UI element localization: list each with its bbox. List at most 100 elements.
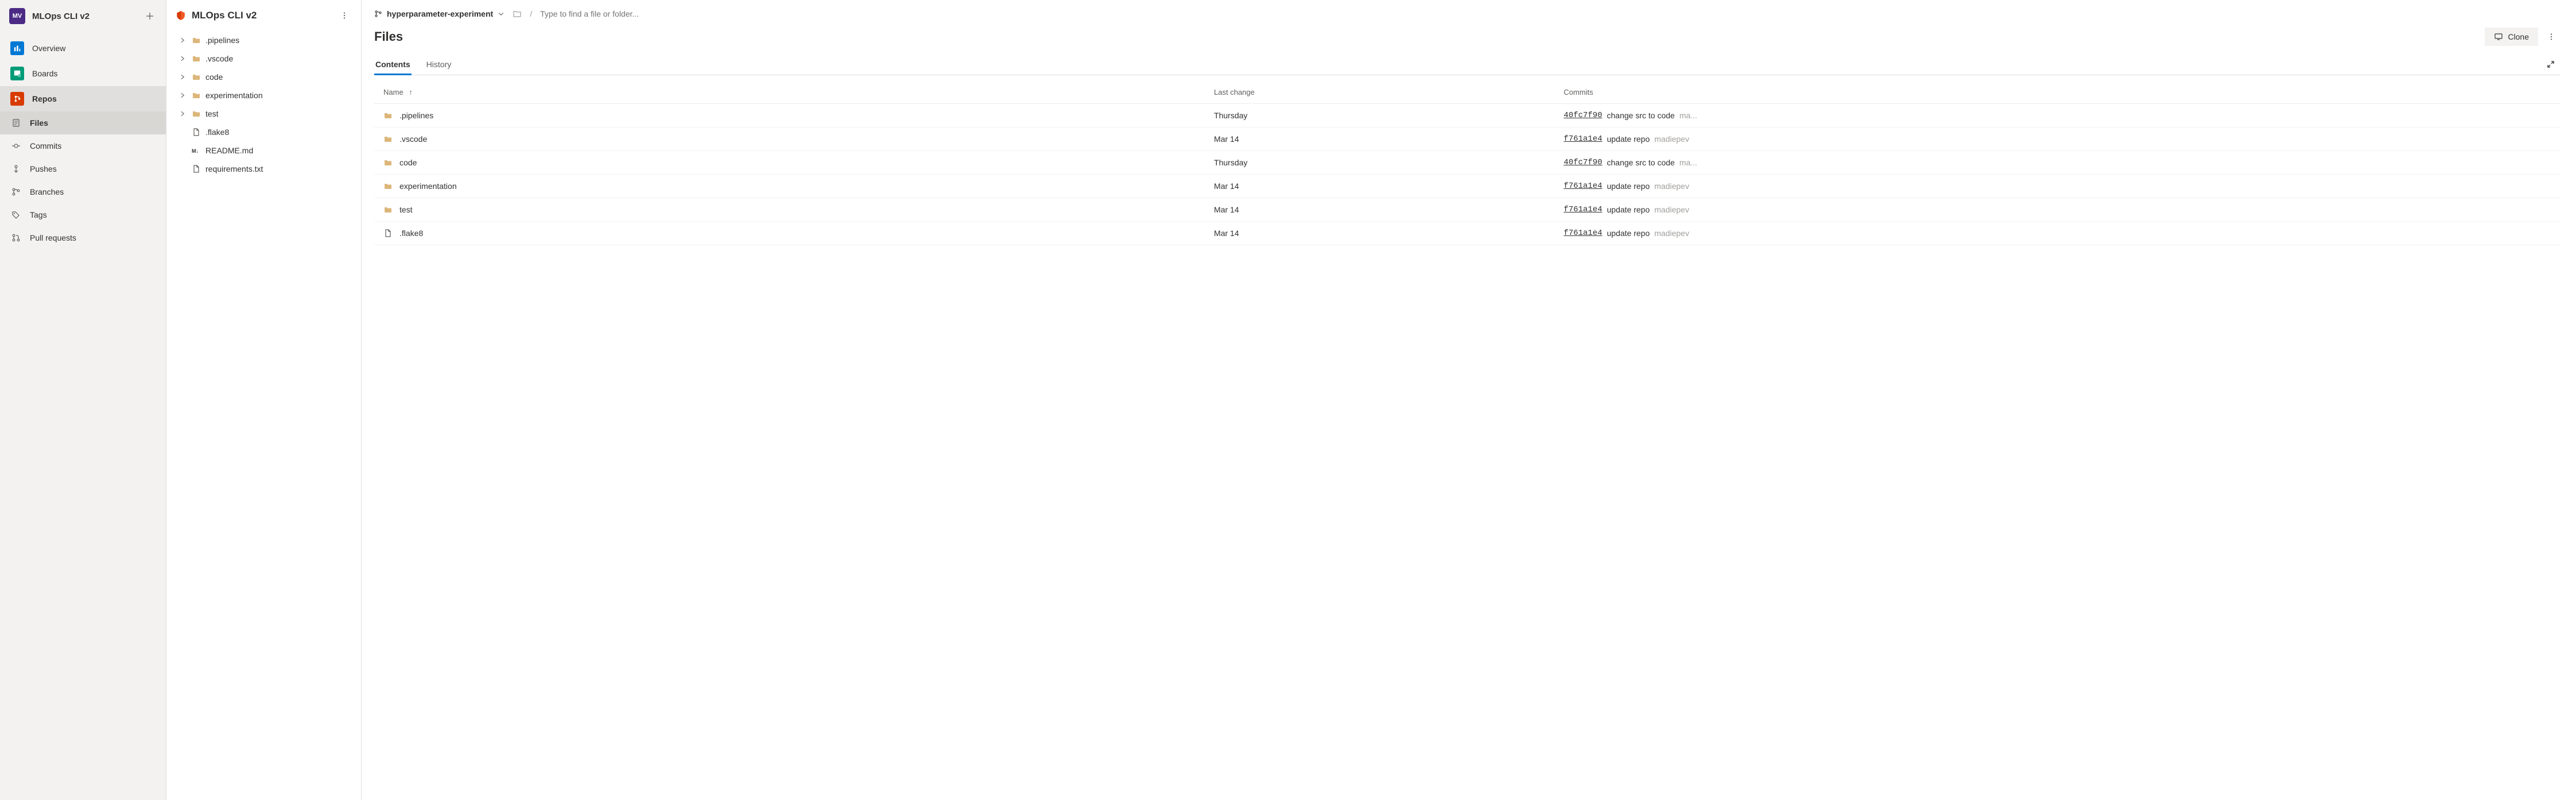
clone-button[interactable]: Clone (2485, 28, 2538, 46)
files-icon (10, 117, 22, 129)
breadcrumb-row: hyperparameter-experiment / (374, 6, 2560, 22)
tree-file[interactable]: .flake8 (166, 123, 361, 141)
tab-history-label: History (426, 60, 452, 69)
table-row[interactable]: .vscode Mar 14 f761a1e4 update repo madi… (374, 127, 2560, 151)
tree-folder[interactable]: .pipelines (166, 31, 361, 49)
tab-contents[interactable]: Contents (374, 54, 412, 75)
commit-message: update repo (1607, 134, 1650, 144)
table-row[interactable]: .flake8 Mar 14 f761a1e4 update repo madi… (374, 222, 2560, 245)
overview-icon (10, 41, 24, 55)
heading-actions: Clone (2485, 28, 2560, 46)
fullscreen-button[interactable] (2542, 55, 2560, 74)
nav-commits-label: Commits (30, 141, 61, 150)
file-search-input[interactable] (540, 9, 689, 18)
tree-list: .pipelines .vscode code experimentation test… (166, 29, 361, 180)
commit-hash-link[interactable]: f761a1e4 (1564, 181, 1602, 191)
nav-list: Overview Boards Repos Files Commits (0, 32, 166, 253)
boards-icon (10, 67, 24, 80)
tree-item-label: requirements.txt (205, 164, 263, 173)
more-vertical-icon (340, 11, 348, 20)
project-badge: MV (9, 8, 25, 24)
nav-tags[interactable]: Tags (0, 203, 166, 226)
tree-file[interactable]: M↓README.md (166, 141, 361, 160)
commit-message: update repo (1607, 229, 1650, 238)
add-project-button[interactable] (143, 9, 157, 23)
svg-text:M↓: M↓ (192, 148, 199, 154)
nav-repos[interactable]: Repos (0, 86, 166, 111)
tree-item-label: experimentation (205, 91, 263, 100)
commit-hash-link[interactable]: 40fc7f90 (1564, 111, 1602, 120)
breadcrumb-separator: / (530, 9, 532, 18)
col-header-name[interactable]: Name ↑ (374, 81, 1205, 104)
col-header-name-label: Name (383, 88, 404, 96)
file-table: Name ↑ Last change Commits .pipelines Th… (374, 81, 2560, 245)
folder-icon (383, 158, 393, 167)
commits-icon (10, 140, 22, 152)
commit-hash-link[interactable]: f761a1e4 (1564, 205, 1602, 214)
commit-author: ma... (1679, 111, 1697, 120)
repo-name: MLOps CLI v2 (192, 10, 330, 21)
plus-icon (145, 11, 154, 21)
branch-name: hyperparameter-experiment (387, 9, 493, 18)
chevron-right-icon (178, 55, 187, 62)
nav-branches[interactable]: Branches (0, 180, 166, 203)
nav-pushes-label: Pushes (30, 164, 57, 173)
row-last-change: Mar 14 (1214, 181, 1239, 191)
nav-overview-label: Overview (32, 44, 65, 53)
repo-tree-pane: MLOps CLI v2 .pipelines .vscode code experi… (166, 0, 362, 800)
commit-hash-link[interactable]: 40fc7f90 (1564, 158, 1602, 167)
repo-picker[interactable]: MLOps CLI v2 (166, 2, 361, 29)
tree-folder[interactable]: code (166, 68, 361, 86)
row-name-label: .flake8 (399, 229, 423, 238)
project-name: MLOps CLI v2 (32, 11, 136, 21)
repo-icon (176, 10, 186, 21)
branch-picker[interactable]: hyperparameter-experiment (374, 9, 505, 18)
nav-boards[interactable]: Boards (0, 61, 166, 86)
commit-author: ma... (1679, 158, 1697, 167)
commit-author: madiepev (1654, 134, 1689, 144)
commit-hash-link[interactable]: f761a1e4 (1564, 229, 1602, 238)
tab-contents-label: Contents (375, 60, 410, 69)
nav-pull-requests[interactable]: Pull requests (0, 226, 166, 249)
tree-folder[interactable]: experimentation (166, 86, 361, 105)
tree-folder[interactable]: .vscode (166, 49, 361, 68)
file-icon (192, 164, 201, 173)
table-row[interactable]: .pipelines Thursday 40fc7f90 change src … (374, 104, 2560, 127)
commit-message: update repo (1607, 205, 1650, 214)
tree-item-label: .pipelines (205, 36, 239, 45)
nav-overview[interactable]: Overview (0, 36, 166, 61)
tags-icon (10, 209, 22, 221)
folder-icon (383, 111, 393, 120)
nav-repos-label: Repos (32, 94, 57, 103)
row-name-label: .vscode (399, 134, 427, 144)
row-name-label: experimentation (399, 181, 457, 191)
col-header-last-label: Last change (1214, 88, 1255, 96)
commit-message: change src to code (1607, 111, 1675, 120)
folder-icon (192, 54, 201, 63)
col-header-last[interactable]: Last change (1205, 81, 1554, 104)
tree-file[interactable]: requirements.txt (166, 160, 361, 178)
table-row[interactable]: test Mar 14 f761a1e4 update repo madiepe… (374, 198, 2560, 222)
nav-pushes[interactable]: Pushes (0, 157, 166, 180)
page-more-button[interactable] (2543, 29, 2560, 44)
commit-author: madiepev (1654, 229, 1689, 238)
tree-item-label: code (205, 72, 223, 82)
folder-icon (383, 205, 393, 214)
commit-hash-link[interactable]: f761a1e4 (1564, 134, 1602, 144)
commit-message: change src to code (1607, 158, 1675, 167)
tab-history[interactable]: History (425, 54, 453, 75)
breadcrumb-root-folder-icon[interactable] (513, 9, 522, 18)
nav-files[interactable]: Files (0, 111, 166, 134)
row-name-label: test (399, 205, 413, 214)
table-row[interactable]: code Thursday 40fc7f90 change src to cod… (374, 151, 2560, 175)
nav-commits[interactable]: Commits (0, 134, 166, 157)
project-header[interactable]: MV MLOps CLI v2 (0, 0, 166, 32)
col-header-commits[interactable]: Commits (1554, 81, 2560, 104)
repos-icon (10, 92, 24, 106)
repo-more-button[interactable] (336, 8, 353, 23)
col-header-commits-label: Commits (1564, 88, 1593, 96)
left-nav: MV MLOps CLI v2 Overview Boards Repos (0, 0, 166, 800)
table-row[interactable]: experimentation Mar 14 f761a1e4 update r… (374, 175, 2560, 198)
tree-folder[interactable]: test (166, 105, 361, 123)
chevron-right-icon (178, 110, 187, 117)
